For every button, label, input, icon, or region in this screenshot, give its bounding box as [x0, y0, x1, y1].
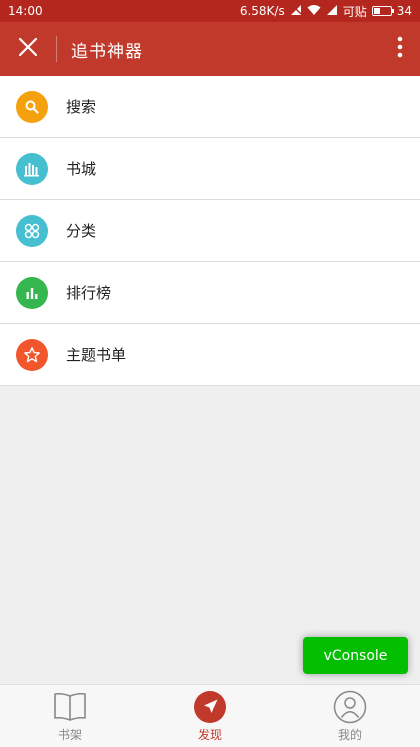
status-right: 6.58K/s 可贴 34	[240, 3, 412, 20]
menu-label: 排行榜	[66, 284, 112, 302]
bottom-tab-bar: 书架 发现 我的	[0, 684, 420, 747]
tab-discover[interactable]: 发现	[140, 685, 280, 747]
tab-mine[interactable]: 我的	[280, 685, 420, 747]
book-icon	[52, 689, 88, 725]
tab-label: 我的	[337, 728, 362, 742]
signal-icon	[326, 4, 338, 19]
menu-label: 主题书单	[66, 346, 127, 364]
tab-label: 书架	[57, 728, 82, 742]
title-bar: 追书神器	[0, 22, 420, 76]
menu-item-ranking[interactable]: 排行榜	[0, 262, 420, 324]
category-icon	[16, 214, 48, 247]
status-time: 14:00	[8, 4, 43, 18]
net-speed: 6.58K/s	[239, 4, 285, 18]
menu-label: 分类	[66, 222, 97, 240]
tab-bookshelf[interactable]: 书架	[0, 685, 140, 747]
status-bar: 14:00 6.58K/s 可贴 34	[0, 0, 420, 22]
menu-item-category[interactable]: 分类	[0, 200, 420, 262]
tab-label: 发现	[197, 728, 222, 742]
compass-icon	[192, 689, 228, 725]
carrier-label: 可贴	[342, 4, 367, 19]
bookstore-icon	[16, 152, 48, 185]
no-sim-icon	[290, 3, 302, 19]
menu-label: 搜索	[66, 98, 97, 116]
wifi-icon	[307, 4, 321, 19]
ranking-icon	[16, 276, 48, 309]
more-button[interactable]	[380, 22, 420, 76]
menu-label: 书城	[66, 160, 97, 178]
discover-menu: 搜索 书城 分类 排行榜 主题书单	[0, 76, 420, 386]
close-button[interactable]	[0, 22, 56, 76]
menu-item-search[interactable]: 搜索	[0, 76, 420, 138]
menu-item-theme-booklist[interactable]: 主题书单	[0, 324, 420, 386]
menu-item-bookstore[interactable]: 书城	[0, 138, 420, 200]
star-icon	[16, 338, 48, 371]
page-title: 追书神器	[71, 41, 143, 62]
more-vertical-icon	[397, 36, 403, 62]
user-icon	[332, 689, 368, 725]
battery-icon	[371, 6, 394, 16]
vconsole-button[interactable]: vConsole	[303, 637, 408, 674]
title-divider	[56, 36, 57, 62]
screen: 14:00 6.58K/s 可贴 34 追书神器 搜索 书城 分类 排行榜 主题…	[0, 0, 420, 747]
close-icon	[18, 37, 38, 61]
search-icon	[16, 90, 48, 123]
battery-level: 34	[396, 4, 412, 18]
